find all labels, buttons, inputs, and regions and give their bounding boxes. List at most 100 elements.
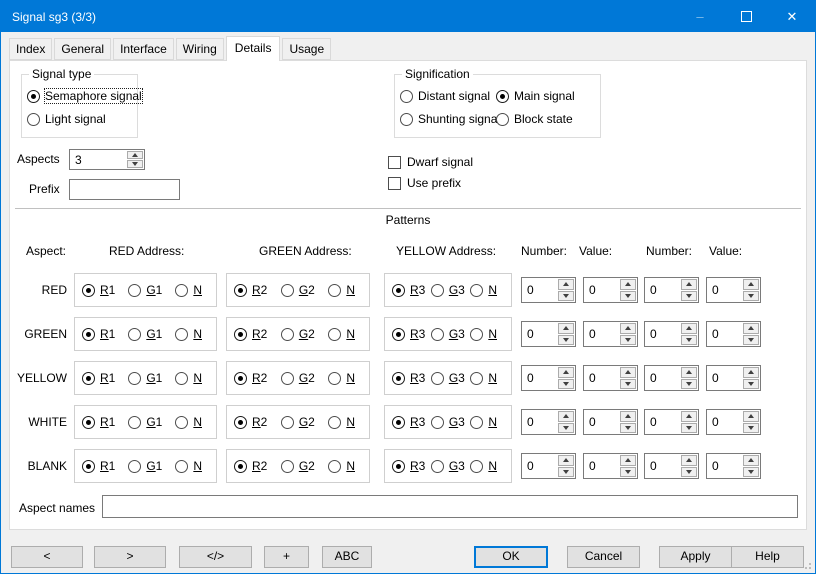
- spinner-up-icon[interactable]: [743, 367, 759, 378]
- radio-block-state[interactable]: Block state: [496, 112, 573, 126]
- number-spinner-1[interactable]: [521, 277, 576, 303]
- tab-general[interactable]: General: [54, 38, 111, 60]
- spinner-up-icon[interactable]: [558, 411, 574, 422]
- spinner-up-icon[interactable]: [681, 455, 697, 466]
- spinner-up-icon[interactable]: [558, 455, 574, 466]
- radio-light-signal[interactable]: Light signal: [27, 112, 106, 126]
- aspect-names-input[interactable]: [102, 495, 798, 518]
- radio-g1[interactable]: G1: [128, 327, 162, 341]
- spinner-up-icon[interactable]: [681, 367, 697, 378]
- spinner-up-icon[interactable]: [681, 411, 697, 422]
- number-spinner-1[interactable]: [521, 365, 576, 391]
- radio-g1[interactable]: G1: [128, 283, 162, 297]
- number-spinner-1[interactable]: [521, 409, 576, 435]
- spinner-up-icon[interactable]: [558, 279, 574, 290]
- spinner-down-icon[interactable]: [558, 467, 574, 478]
- radio-r2[interactable]: R2: [234, 371, 267, 385]
- spinner-up-icon[interactable]: [681, 323, 697, 334]
- radio-n[interactable]: N: [175, 371, 202, 385]
- cancel-button[interactable]: Cancel: [567, 546, 640, 568]
- radio-r1[interactable]: R1: [82, 459, 115, 473]
- tab-details[interactable]: Details: [226, 36, 281, 61]
- next-button[interactable]: >: [94, 546, 166, 568]
- radio-g2[interactable]: G2: [281, 371, 315, 385]
- spinner-down-icon[interactable]: [743, 423, 759, 434]
- number-spinner-2[interactable]: [644, 277, 699, 303]
- resize-grip[interactable]: [809, 567, 811, 569]
- maximize-button[interactable]: [723, 1, 769, 32]
- spinner-down-icon[interactable]: [620, 379, 636, 390]
- spinner-down-icon[interactable]: [681, 291, 697, 302]
- aspects-input[interactable]: [70, 150, 127, 169]
- radio-distant-signal[interactable]: Distant signal: [400, 89, 490, 103]
- spinner-up-icon[interactable]: [620, 455, 636, 466]
- radio-n[interactable]: N: [470, 283, 497, 297]
- radio-g2[interactable]: G2: [281, 327, 315, 341]
- radio-shunting-signal[interactable]: Shunting signal: [400, 112, 500, 126]
- number-spinner-2[interactable]: [644, 409, 699, 435]
- spinner-up-icon[interactable]: [743, 455, 759, 466]
- value-spinner-1[interactable]: [583, 409, 638, 435]
- spinner-down-icon[interactable]: [620, 423, 636, 434]
- radio-n[interactable]: N: [175, 459, 202, 473]
- use-prefix-checkbox[interactable]: Use prefix: [388, 176, 461, 190]
- radio-g2[interactable]: G2: [281, 283, 315, 297]
- spinner-down-icon[interactable]: [743, 291, 759, 302]
- value-spinner-1[interactable]: [583, 453, 638, 479]
- radio-g3[interactable]: G3: [431, 327, 465, 341]
- value-spinner-2[interactable]: [706, 277, 761, 303]
- spinner-up-icon[interactable]: [620, 279, 636, 290]
- radio-n[interactable]: N: [175, 415, 202, 429]
- radio-r1[interactable]: R1: [82, 371, 115, 385]
- radio-r3[interactable]: R3: [392, 283, 425, 297]
- spinner-up-icon[interactable]: [743, 279, 759, 290]
- spinner-down-icon[interactable]: [558, 423, 574, 434]
- radio-n[interactable]: N: [470, 459, 497, 473]
- spinner-down-icon[interactable]: [620, 467, 636, 478]
- number-spinner-2[interactable]: [644, 365, 699, 391]
- spinner-down-icon[interactable]: [620, 335, 636, 346]
- radio-g2[interactable]: G2: [281, 459, 315, 473]
- spinner-down-icon[interactable]: [681, 379, 697, 390]
- spinner-up-icon[interactable]: [743, 323, 759, 334]
- spinner-up-icon[interactable]: [620, 323, 636, 334]
- radio-r1[interactable]: R1: [82, 327, 115, 341]
- value-spinner-1[interactable]: [583, 277, 638, 303]
- radio-g1[interactable]: G1: [128, 371, 162, 385]
- tab-interface[interactable]: Interface: [113, 38, 174, 60]
- tab-wiring[interactable]: Wiring: [176, 38, 224, 60]
- ok-button[interactable]: OK: [474, 546, 548, 568]
- spinner-down-icon[interactable]: [558, 335, 574, 346]
- spinner-down-icon[interactable]: [558, 291, 574, 302]
- help-button[interactable]: Help: [731, 546, 804, 568]
- radio-g3[interactable]: G3: [431, 283, 465, 297]
- spinner-up-icon[interactable]: [558, 323, 574, 334]
- radio-n[interactable]: N: [328, 371, 355, 385]
- radio-r1[interactable]: R1: [82, 283, 115, 297]
- spinner-up-icon[interactable]: [127, 151, 143, 159]
- spinner-down-icon[interactable]: [743, 379, 759, 390]
- aspects-spinner[interactable]: [69, 149, 145, 170]
- radio-g1[interactable]: G1: [128, 459, 162, 473]
- radio-r3[interactable]: R3: [392, 327, 425, 341]
- radio-semaphore-signal[interactable]: Semaphore signal: [27, 89, 142, 103]
- radio-r1[interactable]: R1: [82, 415, 115, 429]
- radio-r3[interactable]: R3: [392, 415, 425, 429]
- value-spinner-2[interactable]: [706, 321, 761, 347]
- radio-n[interactable]: N: [328, 327, 355, 341]
- value-spinner-2[interactable]: [706, 453, 761, 479]
- prefix-input[interactable]: [69, 179, 180, 200]
- radio-r2[interactable]: R2: [234, 459, 267, 473]
- radio-main-signal[interactable]: Main signal: [496, 89, 575, 103]
- radio-n[interactable]: N: [175, 327, 202, 341]
- spinner-down-icon[interactable]: [681, 335, 697, 346]
- radio-n[interactable]: N: [470, 415, 497, 429]
- spinner-down-icon[interactable]: [620, 291, 636, 302]
- radio-n[interactable]: N: [328, 459, 355, 473]
- minimize-button[interactable]: –: [677, 1, 723, 32]
- tab-index[interactable]: Index: [9, 38, 52, 60]
- spinner-up-icon[interactable]: [558, 367, 574, 378]
- radio-n[interactable]: N: [328, 415, 355, 429]
- spinner-up-icon[interactable]: [743, 411, 759, 422]
- number-spinner-2[interactable]: [644, 321, 699, 347]
